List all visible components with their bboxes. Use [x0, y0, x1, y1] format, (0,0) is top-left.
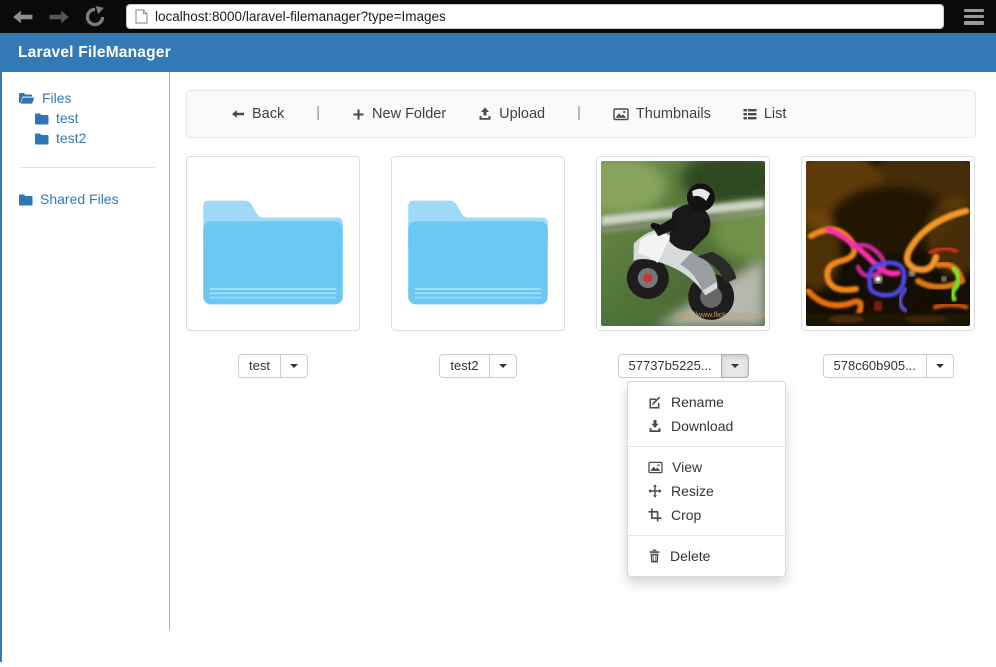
item-dropdown-toggle[interactable] — [280, 354, 308, 378]
folder-thumbnail[interactable] — [391, 156, 565, 331]
crop-icon — [648, 508, 662, 522]
folder-open-icon — [18, 91, 35, 105]
menu-divider — [628, 535, 785, 536]
sidebar-item-label: test2 — [56, 130, 86, 146]
browser-back-icon[interactable] — [12, 6, 34, 28]
browser-menu-icon[interactable] — [964, 9, 984, 25]
caret-down-icon — [936, 364, 944, 368]
thumbnails-button[interactable]: Thumbnails — [613, 106, 711, 122]
folder-icon — [34, 112, 49, 125]
main-panel: Back | New Folder Upload | — [186, 90, 976, 378]
sidebar-item-test[interactable]: test — [18, 108, 169, 128]
picture-icon — [613, 107, 629, 121]
menu-item-rename[interactable]: Rename — [628, 390, 785, 414]
trash-icon — [648, 549, 661, 563]
grid-item-image-2: 578c60b905... — [801, 156, 975, 378]
image-thumbnail[interactable] — [801, 156, 975, 331]
thumbnails-label: Thumbnails — [636, 106, 711, 122]
sidebar-divider — [20, 167, 155, 168]
sidebar-item-test2[interactable]: test2 — [18, 128, 169, 148]
menu-item-label: View — [672, 459, 702, 475]
upload-icon — [478, 107, 492, 121]
menu-item-label: Resize — [671, 483, 714, 499]
list-button[interactable]: List — [743, 106, 787, 122]
caret-down-icon — [731, 364, 739, 368]
item-name-group: test — [238, 354, 308, 378]
content: Files test test2 Shared Files — [0, 72, 996, 667]
item-context-menu: Rename Download — [627, 381, 786, 577]
app-header: Laravel FileManager — [0, 33, 996, 72]
menu-item-download[interactable]: Download — [628, 414, 785, 438]
url-text: localhost:8000/laravel-filemanager?type=… — [155, 9, 446, 24]
browser-refresh-icon[interactable] — [84, 6, 106, 28]
browser-forward-icon[interactable] — [48, 6, 70, 28]
light-painting-photo — [806, 161, 970, 326]
caret-down-icon — [499, 364, 507, 368]
menu-item-resize[interactable]: Resize — [628, 479, 785, 503]
back-label: Back — [252, 106, 284, 122]
list-label: List — [764, 106, 787, 122]
sidebar-item-label: Shared Files — [40, 191, 119, 207]
folder-icon — [34, 132, 49, 145]
menu-item-label: Crop — [671, 507, 701, 523]
big-folder-icon — [402, 178, 554, 310]
folder-thumbnail[interactable] — [186, 156, 360, 331]
browser-chrome: localhost:8000/laravel-filemanager?type=… — [0, 0, 996, 33]
toolbar-separator: | — [577, 105, 581, 123]
item-dropdown-toggle[interactable] — [489, 354, 517, 378]
new-folder-button[interactable]: New Folder — [352, 106, 446, 122]
list-icon — [743, 108, 757, 121]
menu-item-label: Delete — [670, 548, 710, 564]
upload-label: Upload — [499, 106, 545, 122]
menu-item-label: Rename — [671, 394, 724, 410]
item-dropdown-toggle[interactable] — [926, 354, 954, 378]
folder-icon — [18, 193, 33, 206]
view-icon — [648, 461, 663, 474]
download-icon — [648, 419, 662, 433]
item-name-group: 578c60b905... — [823, 354, 954, 378]
item-name-button[interactable]: 578c60b905... — [823, 354, 927, 378]
url-bar[interactable]: localhost:8000/laravel-filemanager?type=… — [126, 4, 944, 29]
sidebar-item-label: Files — [42, 90, 72, 106]
resize-icon — [648, 484, 662, 498]
item-name-button[interactable]: 57737b5225... — [618, 354, 722, 378]
back-button[interactable]: Back — [231, 106, 284, 122]
sidebar: Files test test2 Shared Files — [2, 72, 170, 630]
menu-item-crop[interactable]: Crop — [628, 503, 785, 527]
big-folder-icon — [197, 178, 349, 310]
page-icon — [135, 9, 148, 24]
grid-item-image-1: https://www.flickr.com/photos 57737b5225… — [596, 156, 770, 378]
plus-icon — [352, 108, 365, 121]
arrow-left-icon — [231, 107, 245, 121]
grid-item-folder-test2: test2 — [391, 156, 565, 378]
menu-item-label: Download — [671, 418, 733, 434]
toolbar-separator: | — [316, 105, 320, 123]
sidebar-item-files[interactable]: Files — [18, 88, 169, 108]
motorcycle-photo: https://www.flickr.com/photos — [601, 161, 765, 326]
menu-divider — [628, 446, 785, 447]
item-dropdown-toggle-open[interactable] — [721, 354, 749, 378]
app-title: Laravel FileManager — [18, 44, 171, 62]
toolbar: Back | New Folder Upload | — [186, 90, 976, 138]
sidebar-item-label: test — [56, 110, 79, 126]
caret-down-icon — [290, 364, 298, 368]
photo-watermark: https://www.flickr.com/photos — [676, 312, 765, 319]
new-folder-label: New Folder — [372, 106, 446, 122]
menu-item-view[interactable]: View — [628, 455, 785, 479]
item-name-group: 57737b5225... — [618, 354, 749, 378]
menu-item-delete[interactable]: Delete — [628, 544, 785, 568]
items-grid: test tes — [186, 156, 976, 378]
item-name-button[interactable]: test — [238, 354, 281, 378]
grid-item-folder-test: test — [186, 156, 360, 378]
item-name-button[interactable]: test2 — [439, 354, 489, 378]
image-thumbnail[interactable]: https://www.flickr.com/photos — [596, 156, 770, 331]
sidebar-item-shared-files[interactable]: Shared Files — [18, 189, 169, 209]
rename-icon — [648, 395, 662, 409]
upload-button[interactable]: Upload — [478, 106, 545, 122]
item-name-group: test2 — [439, 354, 516, 378]
